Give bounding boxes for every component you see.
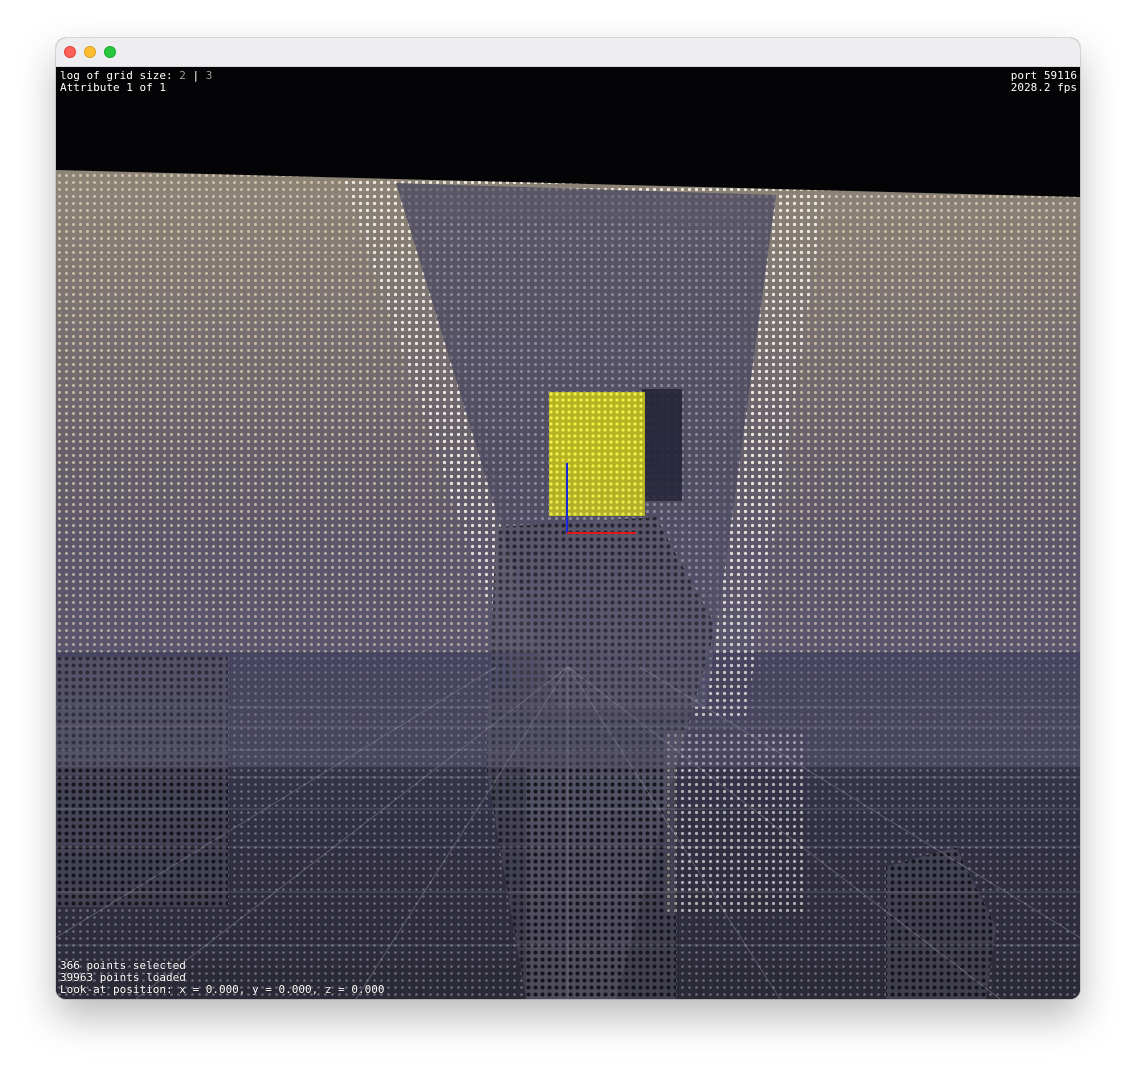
hud-top-right: port 59116 2028.2 fps — [1011, 70, 1077, 94]
attribute-indicator: Attribute 1 of 1 — [60, 81, 166, 94]
zoom-window-button[interactable] — [104, 46, 116, 58]
minimize-window-button[interactable] — [84, 46, 96, 58]
grid-size-separator: | — [185, 69, 206, 82]
grid-size-option-2[interactable]: 2 — [179, 69, 186, 82]
point-cloud-scene[interactable] — [56, 67, 1080, 999]
dark-lower-band — [526, 767, 676, 999]
fps-indicator: 2028.2 fps — [1010, 81, 1077, 94]
hud-bottom-left: 366 points selected 39963 points loaded … — [60, 960, 385, 996]
lookat-position: Look-at position: x = 0.000, y = 0.000, … — [60, 983, 385, 996]
grid-size-option-3[interactable]: 3 — [206, 69, 213, 82]
title-bar[interactable] — [56, 38, 1080, 67]
hud-top-left: log of grid size: 2 | 3 Attribute 1 of 1 — [60, 70, 212, 94]
point-cloud-viewport[interactable]: log of grid size: 2 | 3 Attribute 1 of 1… — [56, 67, 1080, 999]
app-window: log of grid size: 2 | 3 Attribute 1 of 1… — [56, 38, 1080, 999]
close-window-button[interactable] — [64, 46, 76, 58]
